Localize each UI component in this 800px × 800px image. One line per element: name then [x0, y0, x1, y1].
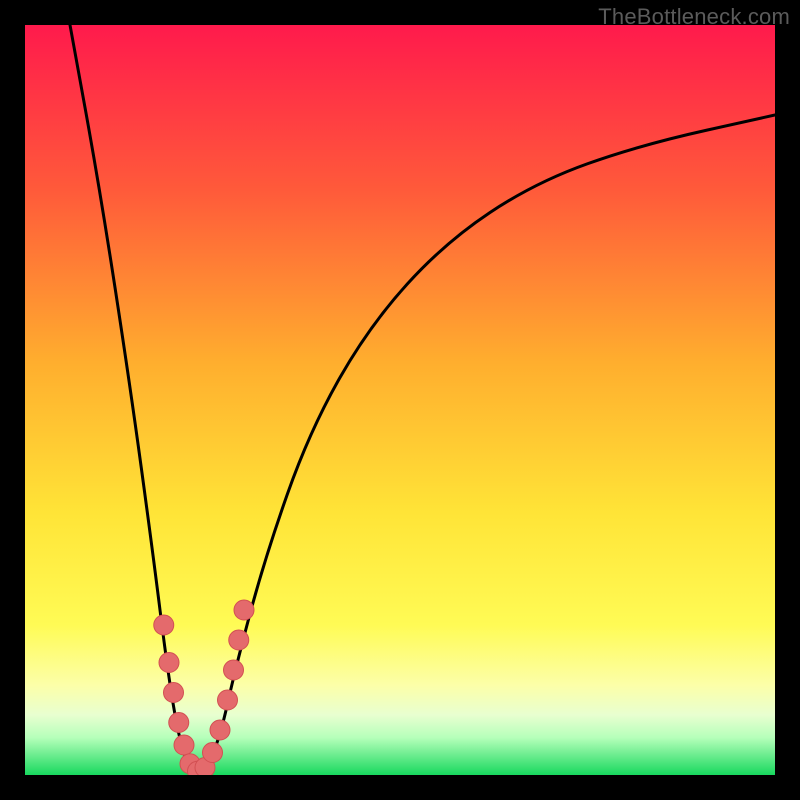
marker-dot	[174, 735, 194, 755]
marker-dot	[234, 600, 254, 620]
marker-dot	[210, 720, 230, 740]
marker-dot	[224, 660, 244, 680]
chart-frame: TheBottleneck.com	[0, 0, 800, 800]
plot-area	[25, 25, 775, 775]
marker-dot	[154, 615, 174, 635]
marker-dot	[164, 683, 184, 703]
marker-dot	[218, 690, 238, 710]
marker-dot	[169, 713, 189, 733]
marker-dot	[159, 653, 179, 673]
marker-dot	[229, 630, 249, 650]
watermark-text: TheBottleneck.com	[598, 4, 790, 30]
marker-dot	[203, 743, 223, 763]
curve-layer	[25, 25, 775, 775]
curve-markers	[154, 600, 254, 775]
